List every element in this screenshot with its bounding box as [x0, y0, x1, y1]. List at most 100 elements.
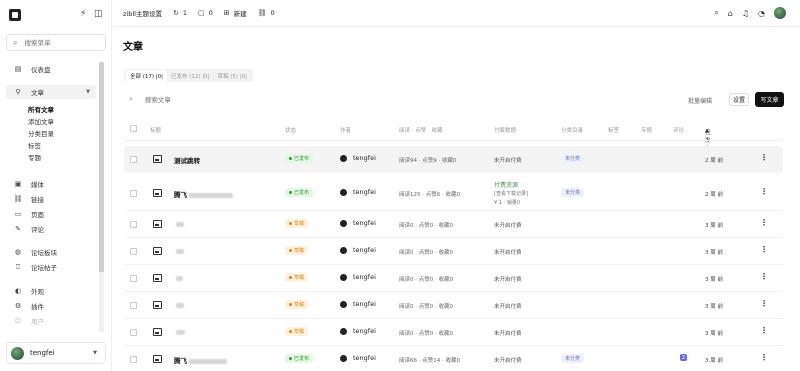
post-author[interactable]: tengfei	[340, 154, 376, 162]
filter-all[interactable]: 全部 (17) |0|	[126, 69, 168, 82]
column-title[interactable]: 标题	[150, 126, 161, 134]
links-link[interactable]: ⛓ 0	[258, 9, 275, 17]
more-actions-icon[interactable]: ⋮	[760, 326, 768, 335]
more-actions-icon[interactable]: ⋮	[760, 353, 768, 362]
row-checkbox[interactable]	[130, 329, 137, 336]
download-records-link[interactable]: [查看下载记录]	[494, 190, 528, 197]
category-badge[interactable]: 未分类	[561, 354, 585, 363]
sidebar-item-media[interactable]: ▣ 媒体	[6, 177, 96, 191]
more-actions-icon[interactable]: ⋮	[760, 218, 768, 227]
help-icon[interactable]: ◔	[758, 9, 765, 18]
sidebar-item-users[interactable]: ☺ 用户	[6, 314, 96, 328]
refresh-icon: ↻	[172, 9, 179, 17]
table-row[interactable]: 腾飞 已发布 tengfei 阅读125 · 点赞6 · 收藏0 付费资源 [查…	[124, 176, 783, 211]
comments-link[interactable]: ▢ 0	[198, 9, 213, 17]
row-checkbox[interactable]	[130, 156, 137, 163]
user-name: tengfei	[30, 349, 55, 357]
post-title[interactable]: 测试跳转	[174, 155, 200, 165]
row-checkbox[interactable]	[130, 302, 137, 309]
table-row[interactable]: 草稿 tengfei 阅读0 · 点赞0 · 收藏0 未开启付费 3 周 前 ⋮	[124, 265, 783, 292]
table-row[interactable]: 草稿 tengfei 阅读0 · 点赞0 · 收藏0 未开启付费 3 周 前 ⋮	[124, 211, 783, 238]
post-author[interactable]: tengfei	[340, 188, 376, 196]
updates-link[interactable]: ↻ 1	[173, 9, 187, 17]
comment-count-badge[interactable]: 2	[680, 354, 687, 361]
category-badge[interactable]: 未分类	[561, 154, 585, 163]
post-title[interactable]	[174, 301, 184, 309]
filter-published[interactable]: 已发布 (12) |0|	[167, 70, 214, 82]
table-row[interactable]: 草稿 tengfei 阅读0 · 点赞0 · 收藏0 未开启付费 3 周 前 ⋮	[124, 238, 783, 265]
row-checkbox[interactable]	[130, 248, 137, 255]
row-checkbox[interactable]	[130, 356, 137, 363]
new-content-link[interactable]: ⊞ 新建	[224, 8, 247, 18]
user-menu[interactable]: tengfei ▼	[6, 342, 106, 364]
category-badge[interactable]: 未分类	[561, 188, 585, 197]
sidebar-search[interactable]: ⌕	[6, 34, 106, 51]
filter-draft[interactable]: 草稿 (5) |0|	[214, 70, 252, 82]
sidebar-item-dashboard[interactable]: ▤ 仪表盘	[6, 62, 96, 76]
sidebar: ⚡ ◫ ⌕ ▤ 仪表盘 ⚲ 文章 ▼ 所有文章 添加文章 分类目录 标签 专题 …	[0, 0, 112, 371]
sidebar-sub-topics[interactable]: 专题	[28, 152, 41, 162]
status-badge: 草稿	[285, 327, 309, 336]
table-row[interactable]: 草稿 tengfei 阅读0 · 点赞0 · 收藏0 未开启付费 3 周 前 ⋮	[124, 292, 783, 319]
settings-button[interactable]: 设置	[729, 93, 749, 106]
column-author: 作者	[340, 128, 352, 134]
sidebar-item-forum-boards[interactable]: ◍ 论坛板块	[6, 245, 96, 259]
more-actions-icon[interactable]: ⋮	[760, 153, 768, 162]
sidebar-item-label: 评论	[31, 226, 44, 234]
table-row[interactable]: 测试跳转 已发布 tengfei 阅读94 · 点赞9 · 收藏0 未开启付费 …	[124, 146, 783, 173]
sidebar-sub-categories[interactable]: 分类目录	[28, 128, 54, 138]
post-author[interactable]: tengfei	[340, 246, 376, 254]
home-icon[interactable]: ⌂	[728, 9, 733, 18]
more-actions-icon[interactable]: ⋮	[760, 245, 768, 254]
layout-toggle-icon[interactable]: ◫	[94, 9, 103, 19]
sidebar-item-pages[interactable]: ▭ 页面	[6, 207, 96, 221]
sidebar-scrollbar[interactable]	[99, 62, 104, 332]
post-title[interactable]	[174, 247, 184, 255]
post-title[interactable]	[174, 274, 183, 282]
sidebar-item-posts[interactable]: ⚲ 文章 ▼	[6, 85, 96, 99]
post-author[interactable]: tengfei	[340, 327, 376, 335]
sidebar-item-forum-posts[interactable]: ♖ 论坛帖子	[6, 260, 96, 274]
post-title[interactable]	[174, 328, 185, 336]
batch-edit-button[interactable]: 批量编辑	[688, 96, 712, 105]
post-author[interactable]: tengfei	[340, 300, 376, 308]
post-stats: 阅读0 · 点赞0 · 收藏0	[399, 223, 453, 229]
sidebar-search-input[interactable]	[24, 38, 95, 47]
row-checkbox[interactable]	[130, 275, 137, 282]
palette-icon: ◐	[14, 287, 22, 295]
sidebar-sub-add-post[interactable]: 添加文章	[28, 116, 54, 126]
row-checkbox[interactable]	[130, 221, 137, 228]
lightning-icon[interactable]: ⚡	[80, 9, 86, 19]
chevron-down-icon: ▼	[93, 350, 97, 356]
post-title[interactable]: 腾飞	[174, 189, 233, 199]
sidebar-item-comments[interactable]: ✎ 评论	[6, 222, 96, 236]
search-icon[interactable]: ⌕	[714, 8, 718, 18]
sidebar-sub-tags[interactable]: 标签	[28, 140, 41, 150]
post-author[interactable]: tengfei	[340, 354, 376, 362]
post-author[interactable]: tengfei	[340, 273, 376, 281]
theme-settings-link[interactable]: zibll主题设置	[123, 8, 162, 18]
post-author[interactable]: tengfei	[340, 219, 376, 227]
table-row[interactable]: 腾飞 已发布 tengfei 阅读66 · 点赞14 · 收藏0 未开启付费 未…	[124, 346, 783, 371]
bell-icon[interactable]: ♫	[742, 9, 749, 18]
pay-price: ¥:1 · 销量0	[494, 200, 520, 206]
more-actions-icon[interactable]: ⋮	[760, 272, 768, 281]
post-title[interactable]	[174, 220, 184, 228]
sidebar-sub-all-posts[interactable]: 所有文章	[28, 104, 54, 114]
sidebar-item-links[interactable]: ⛓ 链接	[6, 192, 96, 206]
select-all-checkbox[interactable]	[130, 125, 137, 132]
sidebar-item-plugins[interactable]: ⚙ 插件	[6, 299, 96, 313]
table-row[interactable]: 草稿 tengfei 阅读0 · 点赞0 · 收藏0 未开启付费 3 周 前 ⋮	[124, 319, 783, 346]
post-search-input[interactable]	[144, 95, 265, 104]
more-actions-icon[interactable]: ⋮	[760, 299, 768, 308]
logo[interactable]	[9, 9, 21, 21]
write-post-button[interactable]: 写文章	[755, 92, 784, 107]
avatar[interactable]	[774, 7, 786, 19]
sidebar-scrollbar-thumb[interactable]	[99, 62, 104, 272]
post-title[interactable]: 腾飞	[174, 355, 227, 365]
post-stats: 阅读125 · 点赞6 · 收藏0	[399, 192, 460, 198]
sidebar-item-appearance[interactable]: ◐ 外观	[6, 284, 96, 298]
more-actions-icon[interactable]: ⋮	[760, 187, 768, 196]
user-icon: ☺	[14, 317, 22, 325]
row-checkbox[interactable]	[130, 190, 137, 197]
